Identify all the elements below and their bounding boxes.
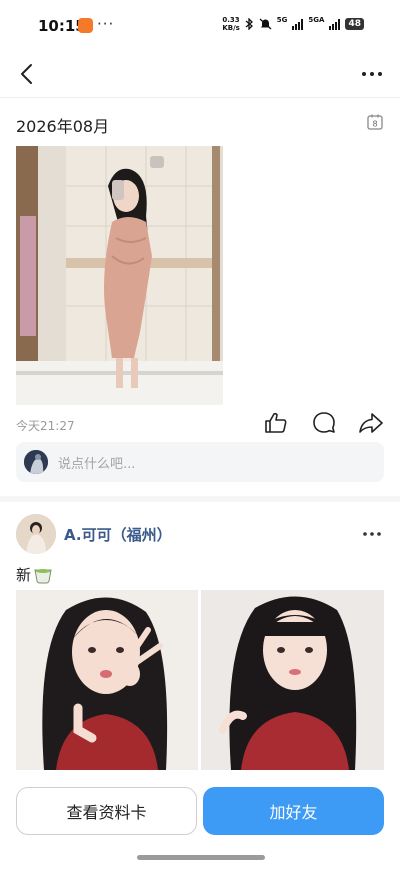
moment-photo[interactable] [16, 146, 223, 405]
friend-post-text-content: 新 [16, 566, 32, 584]
friend-post-text: 新 [16, 564, 53, 585]
moment-photo-image [16, 146, 223, 405]
friend-name[interactable]: A.可可（福州） [64, 524, 172, 545]
bluetooth-icon [245, 18, 253, 30]
signal-2-icon [329, 18, 341, 30]
friend-photo[interactable] [16, 590, 198, 770]
moment-date-row: 2026年08月 8 [16, 113, 384, 136]
share-icon[interactable] [358, 410, 384, 436]
more-horizontal-icon[interactable] [360, 522, 384, 546]
moment-date-title: 2026年08月 [16, 117, 110, 136]
more-horizontal-icon[interactable] [360, 60, 384, 88]
battery-level: 48 [345, 18, 364, 30]
chevron-left-icon[interactable] [14, 60, 42, 88]
comment-icon[interactable] [311, 410, 337, 436]
comment-placeholder: 说点什么吧... [58, 456, 136, 472]
home-indicator[interactable] [137, 855, 265, 860]
calendar-day: 8 [372, 120, 377, 129]
app-notification-icon [78, 18, 93, 33]
thumbs-up-icon[interactable] [263, 410, 289, 436]
friend-avatar[interactable] [16, 514, 56, 554]
signal-2-label: 5GA [308, 16, 325, 24]
bottom-action-bar: 查看资料卡 加好友 [0, 770, 400, 869]
signal-1-label: 5G [276, 16, 288, 24]
green-tea-icon [34, 568, 52, 583]
moment-time: 今天21:27 [16, 419, 75, 433]
network-speed-unit: KB/s [222, 24, 240, 32]
friend-photo-image [16, 590, 198, 770]
friend-photo[interactable] [201, 590, 384, 770]
add-friend-button[interactable]: 加好友 [203, 787, 384, 835]
mute-icon [259, 18, 272, 30]
network-speed-value: 0.33 [222, 16, 240, 24]
network-speed: 0.33 KB/s [222, 16, 239, 32]
notification-more-icon: ··· [97, 15, 115, 33]
friend-photo-image [201, 590, 384, 770]
status-bar: 10:15 ··· 0.33 KB/s 5G 5GA 48 [0, 0, 400, 52]
status-indicators: 0.33 KB/s 5G 5GA 48 [222, 16, 364, 32]
comment-input[interactable]: 说点什么吧... [16, 442, 384, 482]
calendar-icon[interactable]: 8 [366, 113, 384, 131]
section-divider [0, 496, 400, 502]
my-avatar [24, 450, 48, 474]
signal-1-icon [292, 18, 304, 30]
view-profile-card-button[interactable]: 查看资料卡 [16, 787, 197, 835]
nav-bar [0, 52, 400, 98]
